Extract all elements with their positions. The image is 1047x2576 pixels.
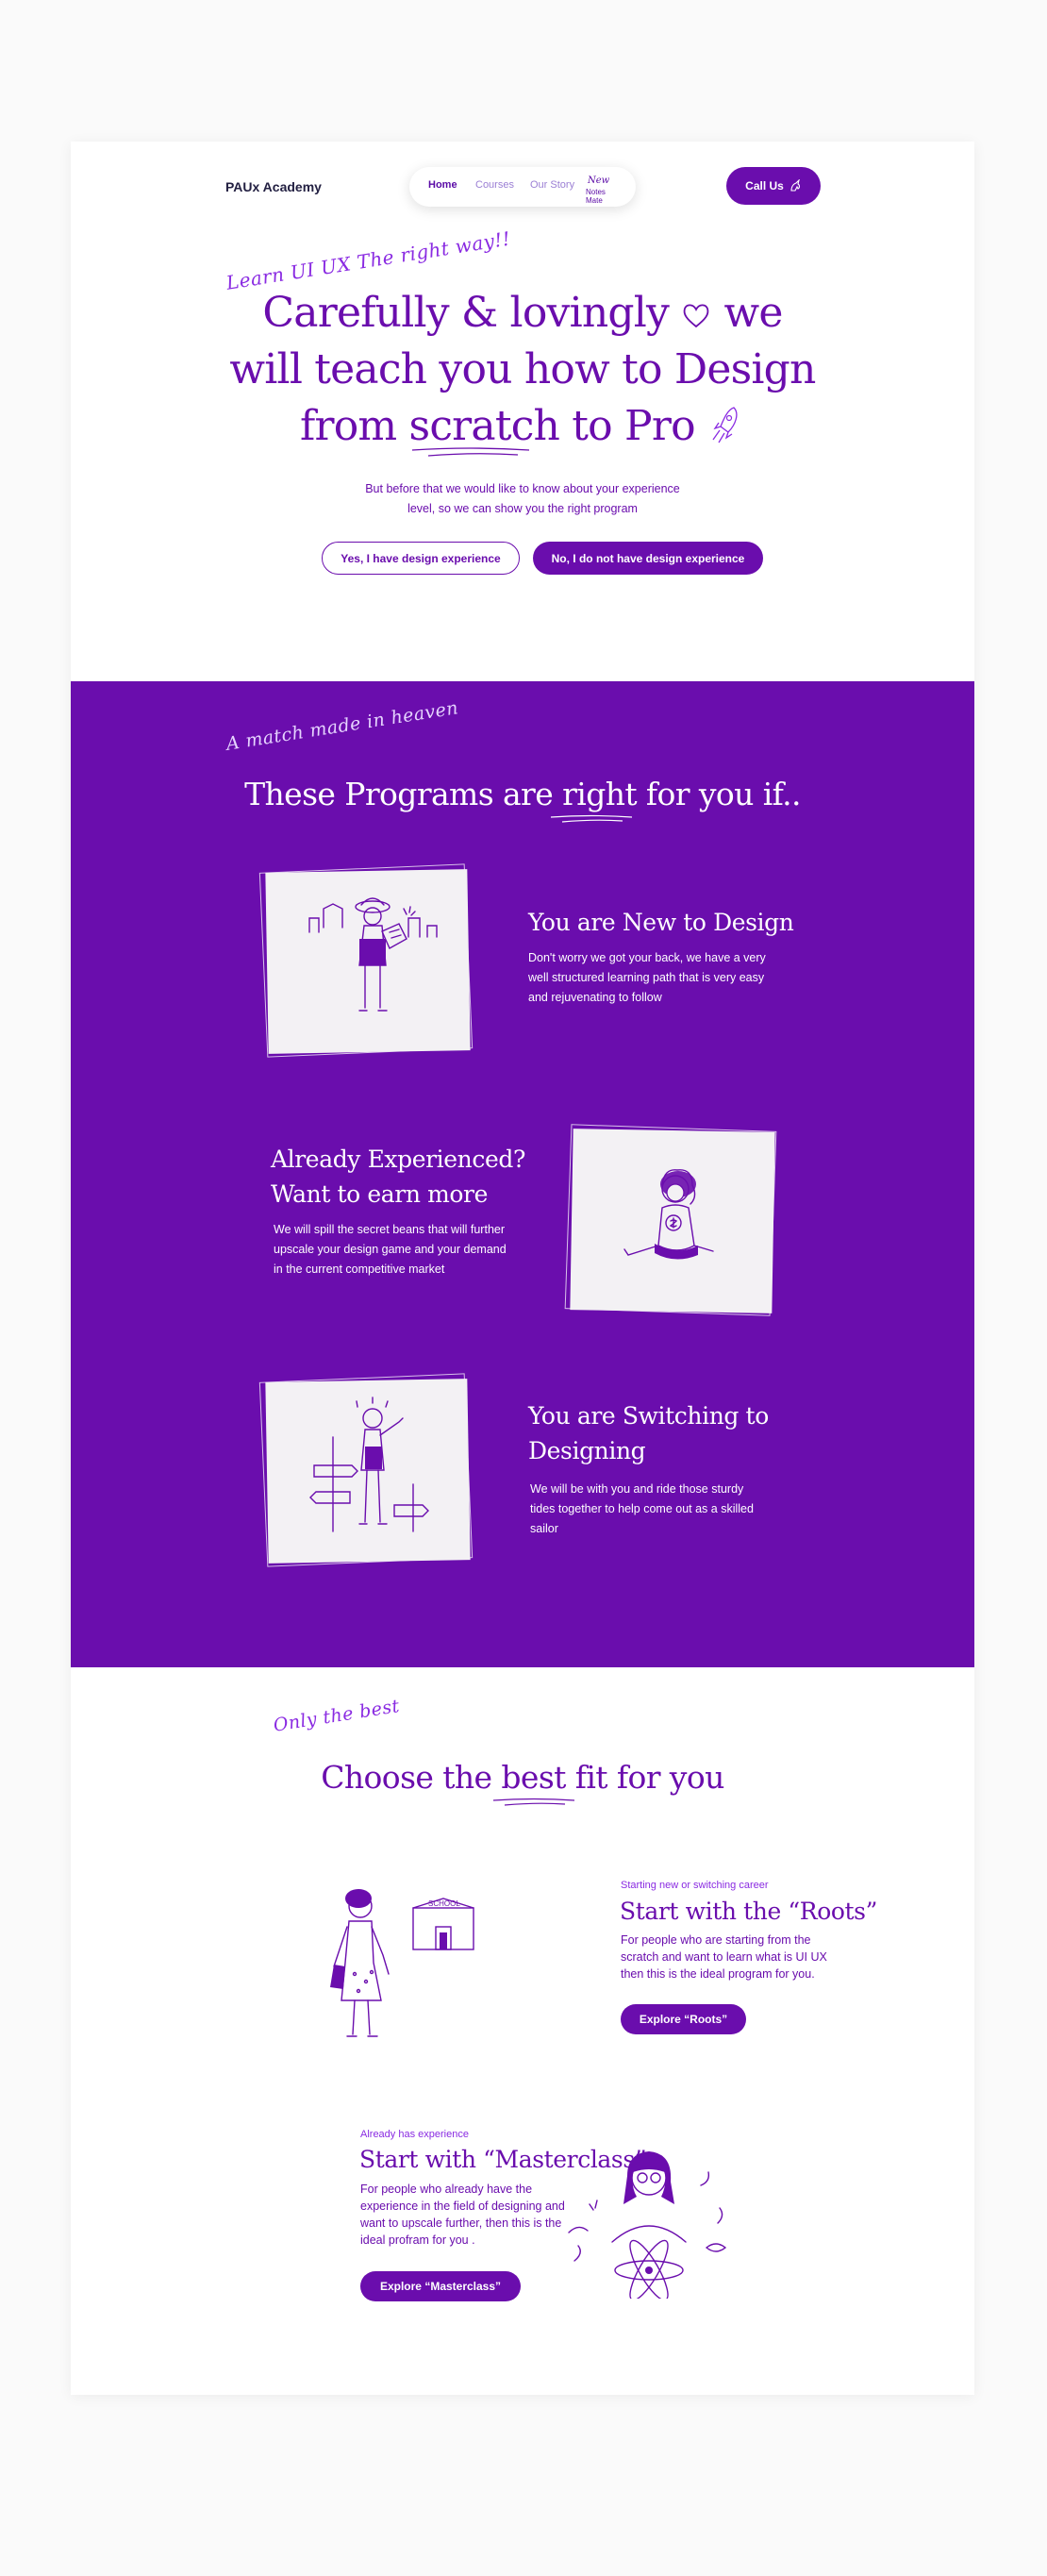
notes-mate-text: Notes Mate: [586, 188, 606, 205]
program-2-heading-line: Want to earn more: [271, 1180, 488, 1208]
explore-masterclass-button[interactable]: Explore “Masterclass”: [360, 2271, 521, 2301]
hero-title-line-1: Carefully & lovingly we: [71, 285, 974, 342]
program-1-body-line: well structured learning path that is ve…: [528, 971, 765, 984]
hero-title-part: scratch: [408, 402, 560, 450]
school-sign-text: SCHOOL: [428, 1899, 460, 1908]
programs-title-part: right: [562, 776, 638, 812]
program-2-heading-line: Already Experienced?: [271, 1146, 525, 1173]
hero-subtitle-line: But before that we would like to know ab…: [365, 482, 680, 495]
program-1-heading: You are New to Design: [528, 909, 794, 936]
choose-title-part: fit for you: [574, 1759, 725, 1796]
program-3-body-line: sailor: [530, 1522, 558, 1535]
person-with-money-drawing: [623, 1169, 714, 1260]
scratch-underlined: scratch: [408, 398, 560, 457]
new-to-design-illustration: [258, 863, 474, 1058]
masterclass-body-line: ideal profram for you .: [360, 2233, 475, 2247]
program-1-body: Don't worry we got your back, we have a …: [528, 948, 766, 1008]
roots-body-line: For people who are starting from the: [621, 1933, 811, 1947]
nav-link-home[interactable]: Home: [428, 179, 457, 191]
program-3-heading-line: Designing: [528, 1437, 646, 1464]
program-2-heading: Already Experienced? Want to earn more: [271, 1142, 525, 1212]
program-1-body-line: Don't worry we got your back, we have a …: [528, 951, 766, 964]
programs-title-part: These Programs are: [244, 776, 554, 812]
program-2-body-line: in the current competitive market: [274, 1263, 445, 1276]
program-2-body-line: We will spill the secret beans that will…: [274, 1223, 506, 1236]
underline-swoosh: [493, 1798, 575, 1806]
choose-title-part: best: [501, 1759, 566, 1796]
hero-title-part: to Pro: [572, 402, 695, 450]
program-3-body-line: We will be with you and ride those sturd…: [530, 1482, 744, 1496]
program-3-body-line: tides together to help come out as a ski…: [530, 1502, 754, 1515]
nav-link-our-story[interactable]: Our Story: [530, 179, 574, 191]
choose-title-part: Choose the: [321, 1759, 492, 1796]
brand-logo[interactable]: PAUx Academy: [225, 179, 322, 194]
new-notes-mate-link[interactable]: New Notes Mate: [586, 176, 623, 205]
unicorn-icon: [790, 179, 800, 192]
choose-script-tagline: Only the best: [272, 1695, 402, 1736]
top-nav: Home Courses Our Story New Notes Mate: [409, 167, 636, 207]
yes-experience-button[interactable]: Yes, I have design experience: [322, 542, 520, 575]
heart-icon: [683, 304, 709, 328]
underline-swoosh: [551, 814, 633, 823]
roots-body-line: scratch and want to learn what is UI UX: [621, 1950, 827, 1964]
hero-title-line-2: will teach you how to Design: [229, 345, 816, 393]
best-underlined: best: [493, 1759, 575, 1806]
masterclass-body-line: experience in the field of designing and: [360, 2200, 565, 2213]
no-experience-button[interactable]: No, I do not have design experience: [533, 542, 763, 575]
explore-roots-button[interactable]: Explore “Roots”: [621, 2004, 746, 2034]
masterclass-body: For people who already have the experien…: [360, 2181, 565, 2249]
person-reading-map-drawing: [308, 897, 438, 1012]
hero-title-part: from: [300, 402, 397, 450]
hero-subtitle-line: level, so we can show you the right prog…: [407, 502, 638, 515]
scientist-atom-illustration: [568, 2151, 727, 2299]
call-us-button[interactable]: Call Us: [726, 167, 821, 205]
program-2-body-line: upscale your design game and your demand: [274, 1243, 507, 1256]
nav-link-courses[interactable]: Courses: [475, 179, 514, 191]
hero-title-part: Carefully & lovingly: [262, 289, 670, 337]
program-3-body: We will be with you and ride those sturd…: [530, 1480, 754, 1539]
hero-title-line-3: from scratch to Pro: [71, 398, 974, 457]
call-us-label: Call Us: [745, 179, 784, 192]
program-2-body: We will spill the secret beans that will…: [274, 1220, 507, 1280]
choose-title: Choose the best fit for you: [71, 1759, 974, 1806]
person-at-signposts-drawing: [309, 1397, 429, 1532]
program-3-heading-line: You are Switching to: [528, 1402, 769, 1430]
underline-swoosh: [411, 447, 529, 457]
roots-label: Starting new or switching career: [621, 1880, 769, 1891]
programs-title-part: for you if..: [645, 776, 802, 812]
page-card: PAUx Academy Home Courses Our Story New …: [71, 142, 974, 2395]
new-badge-text: New: [588, 176, 610, 186]
programs-title: These Programs are right for you if..: [71, 776, 974, 823]
roots-heading: Start with the “Roots”: [620, 1898, 877, 1925]
roots-body: For people who are starting from the scr…: [621, 1932, 827, 1982]
roots-body-line: then this is the ideal program for you.: [621, 1967, 815, 1981]
program-1-body-line: and rejuvenating to follow: [528, 991, 662, 1004]
hero-subtitle: But before that we would like to know ab…: [334, 479, 711, 519]
masterclass-label: Already has experience: [360, 2129, 469, 2140]
program-3-heading: You are Switching to Designing: [528, 1398, 769, 1468]
school-girl-illustration: SCHOOL: [330, 1889, 474, 2037]
rocket-icon: [712, 407, 738, 443]
right-underlined: right: [551, 776, 638, 823]
experienced-illustration: [564, 1124, 777, 1316]
switching-illustration: [258, 1373, 474, 1567]
masterclass-body-line: For people who already have the: [360, 2183, 533, 2196]
hero-title-part: we: [723, 289, 783, 337]
masterclass-body-line: want to upscale further, then this is th…: [360, 2216, 562, 2230]
